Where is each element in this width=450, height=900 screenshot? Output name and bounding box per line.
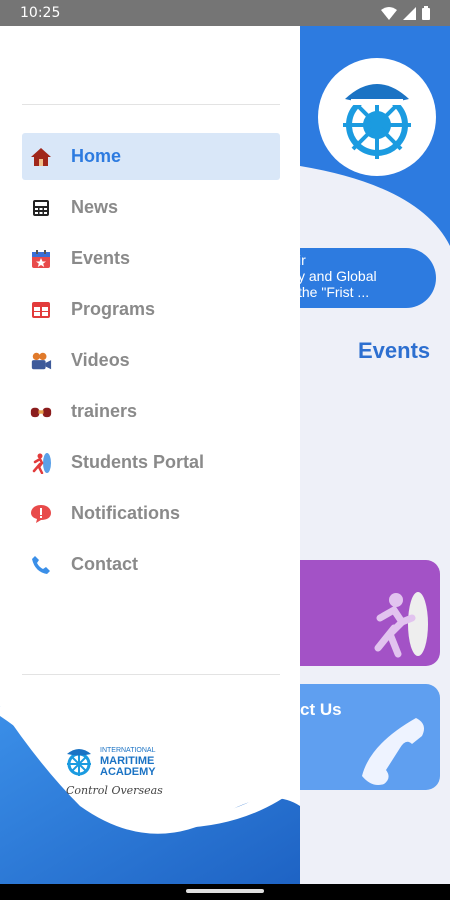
news-icon — [30, 197, 52, 219]
logo-line-2: MARITIME — [100, 754, 155, 767]
trainers-icon — [30, 401, 52, 423]
drawer-item-students-portal[interactable]: Students Portal — [22, 439, 280, 486]
drawer-item-label: Videos — [71, 350, 130, 370]
wifi-icon — [381, 6, 397, 20]
events-section-title: Events — [358, 338, 431, 363]
drawer-item-label: Contact — [71, 554, 138, 574]
home-gesture-handle[interactable] — [186, 889, 264, 893]
home-icon — [30, 146, 52, 168]
drawer-item-label: Students Portal — [71, 452, 205, 472]
logo-line-3: ACADEMY — [100, 765, 156, 778]
logo-signature: Control Overseas — [66, 784, 163, 797]
student-portal-icon — [374, 592, 428, 658]
drawer-item-events[interactable]: Events — [22, 235, 280, 282]
battery-icon — [422, 6, 430, 20]
drawer-item-contact[interactable]: Contact — [22, 541, 280, 588]
drawer-divider-top — [22, 104, 280, 105]
drawer-item-news[interactable]: News — [22, 184, 280, 231]
video-camera-icon — [30, 350, 52, 372]
signal-icon — [403, 6, 416, 20]
drawer-item-trainers[interactable]: trainers — [22, 388, 280, 435]
contact-card-label: ct Us — [300, 700, 342, 719]
drawer-item-videos[interactable]: Videos — [22, 337, 280, 384]
drawer-item-programs[interactable]: Programs — [22, 286, 280, 333]
status-icons — [381, 6, 430, 20]
drawer-item-label: Events — [71, 248, 131, 268]
navigation-drawer: Home News Events Programs Videos trainer… — [0, 26, 300, 884]
programs-icon — [30, 299, 52, 321]
drawer-item-label: Notifications — [71, 503, 181, 523]
drawer-item-label: Programs — [71, 299, 156, 319]
drawer-item-notifications[interactable]: Notifications — [22, 490, 280, 537]
drawer-divider-bottom — [22, 674, 280, 675]
ship-wheel-icon — [67, 749, 91, 776]
calendar-icon — [30, 248, 52, 270]
status-time: 10:25 — [20, 5, 61, 21]
ship-wheel-icon — [343, 84, 411, 159]
system-navigation-bar — [0, 884, 450, 900]
drawer-item-label: trainers — [71, 401, 138, 421]
footer-academy-logo: INTERNATIONAL MARITIME ACADEMY Control O… — [62, 744, 192, 798]
drawer-menu: Home News Events Programs Videos trainer… — [22, 133, 280, 592]
student-portal-icon — [30, 452, 52, 474]
academy-logo — [318, 58, 436, 176]
notification-icon — [30, 503, 52, 525]
phone-icon — [362, 718, 424, 785]
phone-icon — [30, 554, 52, 576]
status-bar: 10:25 — [0, 0, 450, 26]
drawer-item-label: News — [71, 197, 119, 217]
drawer-item-home[interactable]: Home — [22, 133, 280, 180]
logo-line-1: INTERNATIONAL — [100, 746, 156, 754]
drawer-item-label: Home — [71, 146, 122, 166]
